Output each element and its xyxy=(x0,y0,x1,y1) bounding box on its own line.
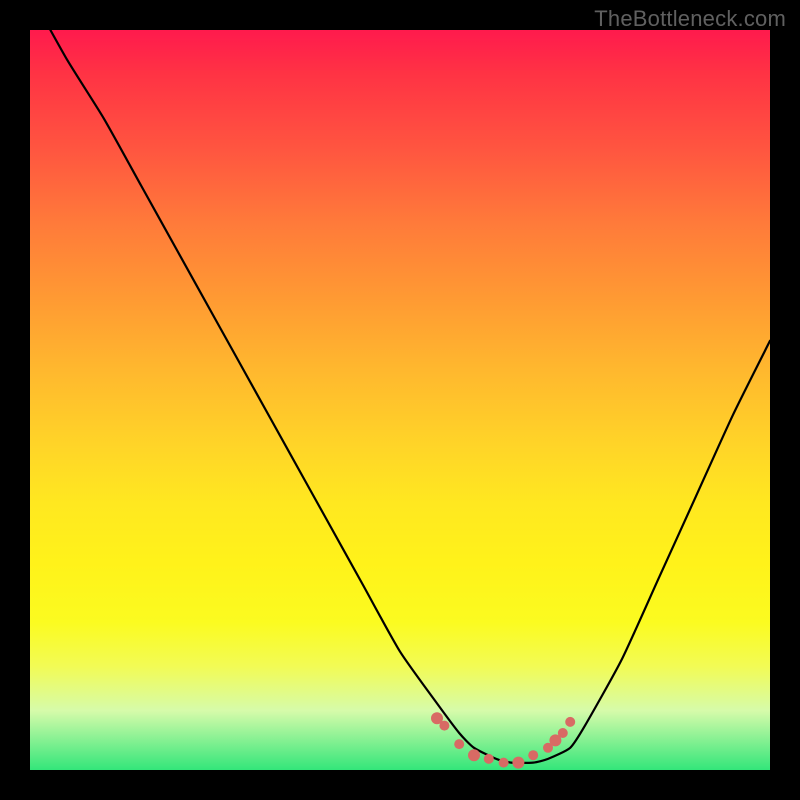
curve-marker xyxy=(468,749,480,761)
curve-marker xyxy=(454,739,464,749)
marker-group xyxy=(431,712,575,768)
chart-frame: TheBottleneck.com xyxy=(0,0,800,800)
plot-area xyxy=(30,30,770,770)
curve-marker xyxy=(439,721,449,731)
curve-marker xyxy=(484,754,494,764)
curve-marker xyxy=(558,728,568,738)
curve-marker xyxy=(499,758,509,768)
curve-marker xyxy=(512,757,524,769)
chart-svg xyxy=(30,30,770,770)
watermark-text: TheBottleneck.com xyxy=(594,6,786,32)
bottleneck-curve xyxy=(30,0,770,763)
curve-marker xyxy=(565,717,575,727)
curve-marker xyxy=(528,750,538,760)
